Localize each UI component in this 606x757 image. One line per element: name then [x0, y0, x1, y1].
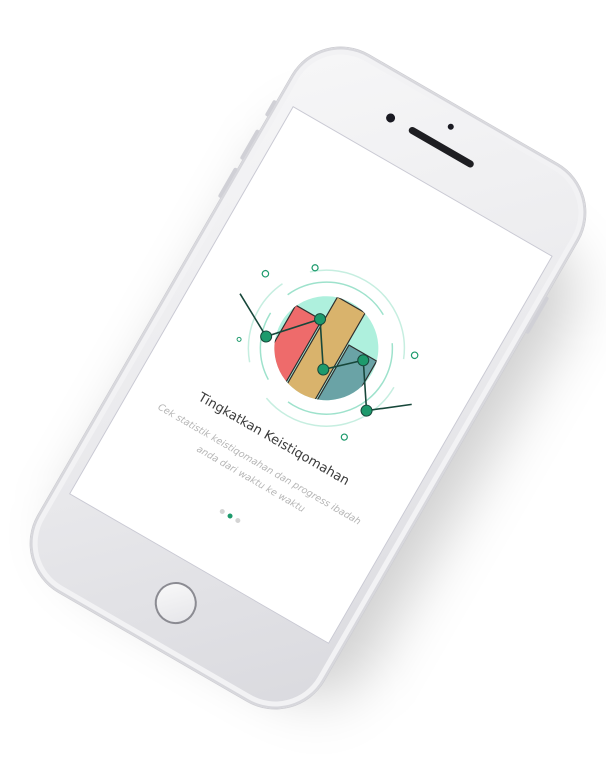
- page-dot[interactable]: [218, 507, 226, 515]
- sparkle-dot: [410, 351, 419, 360]
- page-dot[interactable]: [233, 516, 241, 524]
- sparkle-dot: [236, 336, 242, 342]
- mockup-stage: Tingkatkan Keistiqomahan Cek statistik k…: [0, 0, 606, 757]
- volume-down-button: [217, 167, 239, 199]
- sparkle-dot: [261, 269, 270, 278]
- volume-up-button: [239, 128, 261, 161]
- home-button[interactable]: [147, 574, 205, 632]
- sparkle-dot: [340, 433, 348, 441]
- earpiece-speaker: [407, 125, 476, 169]
- front-camera-icon: [384, 111, 397, 125]
- app-screen: Tingkatkan Keistiqomahan Cek statistik k…: [68, 106, 553, 645]
- trend-point-5: [360, 404, 373, 417]
- page-dot-active[interactable]: [226, 512, 234, 520]
- proximity-sensor-icon: [446, 122, 455, 131]
- mute-switch: [264, 99, 278, 118]
